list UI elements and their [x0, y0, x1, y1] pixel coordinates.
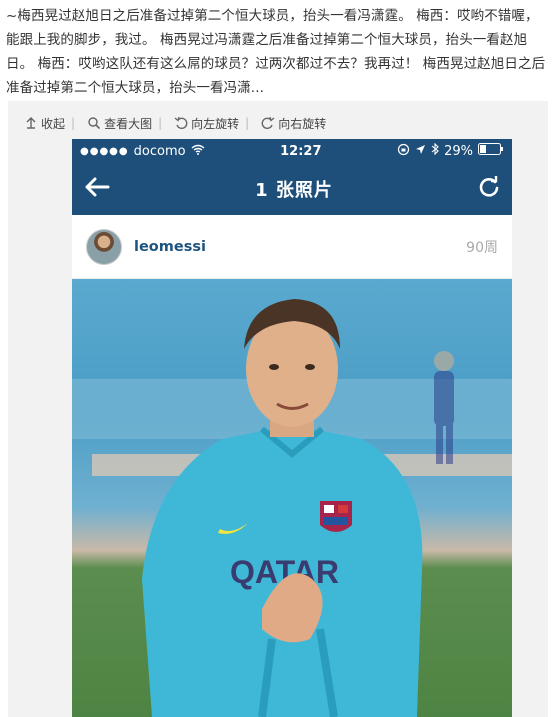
- collapse-button[interactable]: 收起 |: [24, 115, 75, 132]
- collapse-label: 收起: [41, 116, 66, 131]
- battery-percent: 29%: [444, 143, 473, 159]
- username[interactable]: leomessi: [134, 239, 466, 255]
- arrow-up-icon: [24, 116, 38, 130]
- lock-rotation-icon: [397, 143, 410, 160]
- magnifier-icon: [87, 116, 101, 130]
- post-header: leomessi 90周: [72, 215, 512, 279]
- carrier-label: docomo: [133, 143, 186, 159]
- signal-dots-icon: ●●●●●: [80, 145, 129, 157]
- clock-label: 12:27: [280, 143, 322, 159]
- background-player: [434, 351, 454, 464]
- battery-icon: [478, 143, 504, 159]
- location-icon: [415, 144, 426, 159]
- weibo-post-text: ~梅西晃过赵旭日之后准备过掉第二个恒大球员，抬头一看冯潇霆。 梅西：哎哟不错喔，…: [6, 8, 546, 96]
- rotate-left-label: 向左旋转: [191, 116, 240, 131]
- image-toolbar: 收起 | 查看大图 | 向左旋转 | 向右旋转: [24, 109, 338, 137]
- refresh-icon[interactable]: [478, 176, 500, 202]
- status-bar: ●●●●● docomo 12:27 29%: [72, 139, 512, 163]
- post-photo[interactable]: QATAR: [72, 279, 512, 717]
- club-crest: [320, 501, 352, 532]
- wifi-icon: [191, 144, 205, 159]
- rotate-left-button[interactable]: 向左旋转 |: [174, 115, 249, 132]
- media-container: 收起 | 查看大图 | 向左旋转 | 向右旋转 ●●●●● docomo 12:…: [8, 101, 548, 717]
- rotate-right-button[interactable]: 向右旋转: [261, 115, 326, 132]
- avatar[interactable]: [86, 228, 122, 265]
- view-large-label: 查看大图: [104, 116, 153, 131]
- instagram-screenshot: ●●●●● docomo 12:27 29% 1 张照片 leomessi 90…: [72, 139, 512, 717]
- page-title: 1 张照片: [255, 180, 333, 201]
- rotate-left-icon: [174, 116, 188, 130]
- back-arrow-icon[interactable]: [84, 176, 110, 202]
- rotate-right-icon: [261, 116, 275, 130]
- bluetooth-icon: [431, 142, 439, 159]
- view-large-button[interactable]: 查看大图 |: [87, 115, 162, 132]
- nav-bar: 1 张照片: [72, 163, 512, 215]
- post-age: 90周: [466, 239, 498, 256]
- rotate-right-label: 向右旋转: [278, 116, 327, 131]
